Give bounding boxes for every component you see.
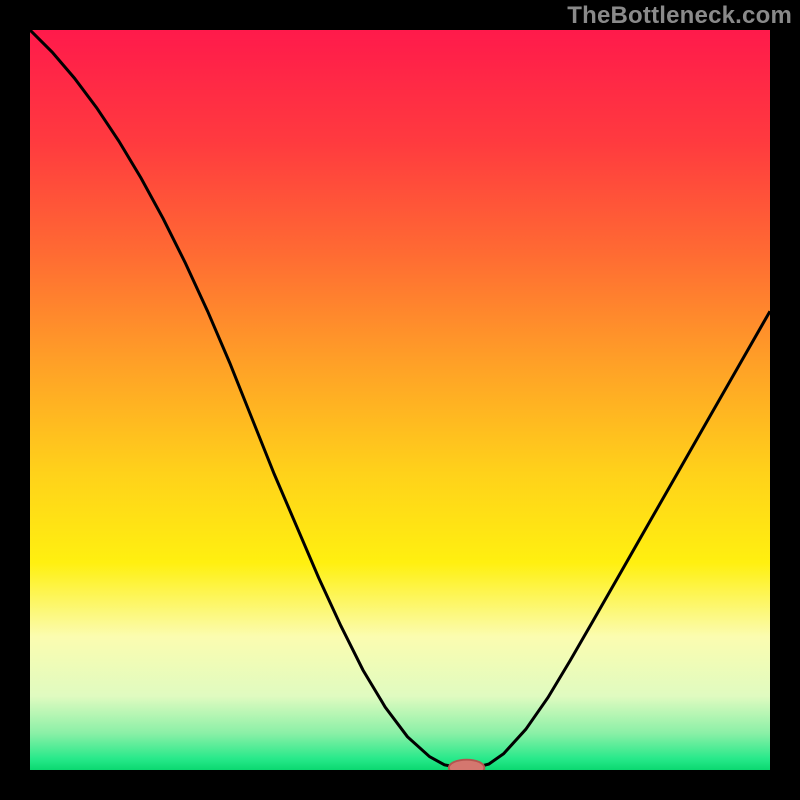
optimum-marker xyxy=(449,760,485,770)
chart-frame: TheBottleneck.com xyxy=(0,0,800,800)
plot-background xyxy=(30,30,770,770)
bottleneck-plot xyxy=(30,30,770,770)
watermark-text: TheBottleneck.com xyxy=(567,2,792,30)
